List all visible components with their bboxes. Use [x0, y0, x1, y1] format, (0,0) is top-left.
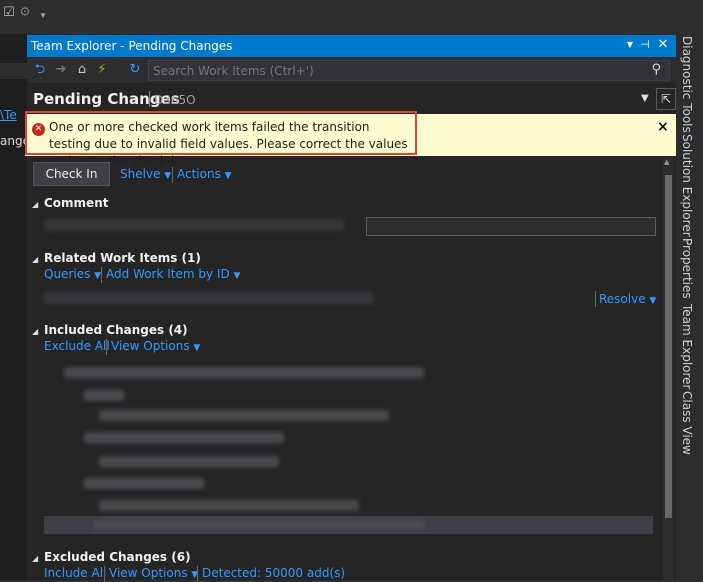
banner-close-button[interactable]: ×: [657, 119, 669, 135]
connect-icon[interactable]: ⚡: [94, 62, 110, 78]
actions-link[interactable]: Actions ▼: [177, 167, 232, 181]
settings-icon[interactable]: ⚙: [18, 6, 32, 20]
project-name: D365O: [154, 93, 196, 107]
actions-label: Actions: [177, 167, 221, 181]
excluded-view-options-link[interactable]: View Options ▼: [109, 566, 198, 580]
tree-node[interactable]: [99, 500, 359, 511]
queries-link[interactable]: Queries ▼: [44, 267, 101, 281]
tab-team-explorer[interactable]: Team Explorer: [680, 304, 694, 390]
tree-node[interactable]: [99, 410, 389, 421]
chevron-down-icon: ▼: [649, 296, 657, 306]
divider: [172, 167, 173, 183]
exclude-all-link[interactable]: Exclude All: [44, 339, 110, 353]
work-item-redacted[interactable]: [44, 292, 374, 304]
search-box: ⚲: [148, 60, 670, 81]
shelve-link[interactable]: Shelve ▼: [120, 167, 171, 181]
resolve-link[interactable]: Resolve ▼: [599, 292, 656, 306]
navigate-icon[interactable]: ⇱: [656, 88, 676, 110]
editor-pane: \Te ange: [0, 34, 30, 580]
divider: [595, 291, 596, 307]
page-header: Pending Changes D365O ▼ ⇱: [27, 87, 676, 111]
tree-node[interactable]: [84, 390, 124, 401]
page-dropdown-icon[interactable]: ▼: [641, 93, 649, 104]
included-changes-heading: Included Changes (4): [44, 323, 188, 337]
tab-solution-explorer[interactable]: Solution Explorer: [680, 134, 694, 237]
comment-input[interactable]: [366, 217, 656, 236]
tab-class-view[interactable]: Class View: [680, 391, 694, 455]
back-icon[interactable]: ⮌: [32, 62, 48, 78]
checklist-icon[interactable]: ☑: [2, 6, 16, 20]
forward-icon[interactable]: ➜: [53, 62, 69, 78]
queries-label: Queries: [44, 267, 91, 281]
tab-diagnostic-tools[interactable]: Diagnostic Tools: [680, 36, 694, 133]
view-options-label: View Options: [111, 339, 190, 353]
tree-node: [94, 520, 424, 530]
team-explorer-toolbar: ⮌ ➜ ⌂ ⚡ ↻ ⚲: [27, 57, 676, 83]
tab-properties[interactable]: Properties: [680, 238, 694, 299]
chevron-down-icon: ▼: [224, 171, 232, 181]
side-tab-strip: Diagnostic Tools Solution Explorer Prope…: [676, 34, 703, 580]
editor-link-fragment[interactable]: \Te: [0, 108, 17, 122]
detected-link[interactable]: Detected: 50000 add(s): [202, 566, 345, 580]
view-options-link[interactable]: View Options ▼: [111, 339, 200, 353]
scrollbar-thumb[interactable]: [665, 175, 672, 518]
pin-icon[interactable]: ⊣: [639, 38, 651, 51]
overflow-icon[interactable]: ▾: [36, 9, 50, 23]
scroll-up-icon[interactable]: ▲: [664, 158, 669, 166]
shelve-label: Shelve: [120, 167, 161, 181]
related-work-items-heading: Related Work Items (1): [44, 251, 201, 265]
tree-node[interactable]: [84, 478, 204, 489]
add-work-item-label: Add Work Item by ID: [106, 267, 230, 281]
search-input[interactable]: [149, 61, 637, 80]
chevron-down-icon: ▼: [164, 171, 172, 181]
check-in-button[interactable]: Check In: [33, 162, 110, 186]
refresh-icon[interactable]: ↻: [127, 62, 143, 78]
collapse-triangle-icon[interactable]: ◢: [32, 327, 38, 336]
tree-node[interactable]: [99, 456, 279, 467]
tree-node[interactable]: [64, 367, 424, 378]
comment-redacted-text: [44, 219, 344, 231]
divider: [106, 339, 107, 355]
header-divider: [149, 91, 150, 107]
collapse-triangle-icon[interactable]: ◢: [32, 200, 38, 209]
window-title-bar: Team Explorer - Pending Changes ▼ ⊣ ✕: [27, 35, 676, 57]
included-changes-tree: [44, 360, 654, 540]
collapse-triangle-icon[interactable]: ◢: [32, 255, 38, 264]
team-explorer-window: Team Explorer - Pending Changes ▼ ⊣ ✕ ⮌ …: [25, 35, 676, 582]
divider: [101, 267, 102, 283]
add-work-item-link[interactable]: Add Work Item by ID ▼: [106, 267, 240, 281]
excluded-changes-heading: Excluded Changes (6): [44, 550, 191, 564]
tree-node[interactable]: [84, 432, 284, 443]
view-options-label: View Options: [109, 566, 188, 580]
home-icon[interactable]: ⌂: [74, 62, 90, 78]
include-all-link[interactable]: Include All: [44, 566, 106, 580]
chevron-down-icon: ▼: [233, 271, 241, 281]
error-highlight-frame: [25, 111, 417, 155]
resolve-label: Resolve: [599, 292, 646, 306]
collapse-triangle-icon[interactable]: ◢: [32, 554, 38, 563]
search-icon[interactable]: ⚲: [651, 62, 661, 77]
chevron-down-icon: ▼: [193, 343, 201, 353]
comment-heading: Comment: [44, 196, 109, 210]
window-title: Team Explorer - Pending Changes: [31, 39, 233, 53]
selected-tree-row[interactable]: [44, 516, 653, 534]
ide-toolbar: ☑ ⚙ ▾: [0, 0, 676, 34]
window-dropdown-icon[interactable]: ▼: [624, 40, 636, 49]
close-icon[interactable]: ✕: [657, 37, 669, 52]
editor-dropdown[interactable]: [0, 63, 27, 79]
